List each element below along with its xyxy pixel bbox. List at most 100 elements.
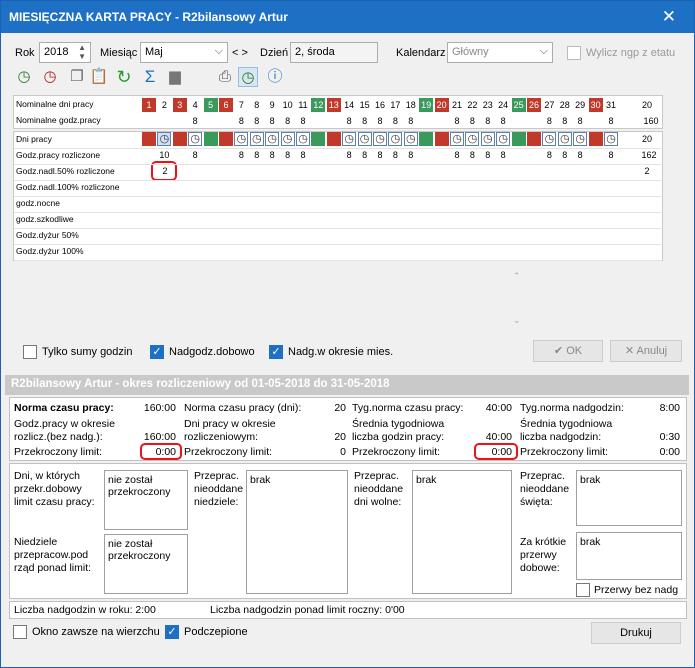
- worked-hours-cell[interactable]: 8: [481, 148, 495, 162]
- remove-clock-icon[interactable]: ◷: [40, 67, 60, 87]
- okno-checkbox[interactable]: [13, 625, 27, 639]
- day-off-cell[interactable]: [588, 132, 603, 146]
- day-cell[interactable]: 6: [219, 98, 233, 112]
- worked-hours-cell[interactable]: [419, 148, 433, 162]
- day-off-cell[interactable]: [219, 132, 233, 146]
- info-icon[interactable]: ⓘ: [265, 67, 285, 87]
- worked-hours-cell[interactable]: 8: [465, 148, 479, 162]
- day-cell[interactable]: 8: [250, 98, 264, 112]
- day-off-cell[interactable]: [527, 132, 541, 146]
- day-cell[interactable]: 24: [496, 98, 510, 112]
- close-icon[interactable]: ✕: [662, 7, 676, 27]
- spin-arrows-icon[interactable]: ▲ ▼: [78, 43, 86, 61]
- day-cell[interactable]: 9: [265, 98, 279, 112]
- worked-hours-cell[interactable]: 8: [296, 148, 310, 162]
- clock-icon[interactable]: ◷: [480, 132, 495, 146]
- worked-hours-cell[interactable]: [204, 148, 218, 162]
- day-cell[interactable]: 31: [604, 98, 618, 112]
- day-cell[interactable]: 15: [358, 98, 372, 112]
- worked-hours-cell[interactable]: 8: [558, 148, 572, 162]
- day-cell[interactable]: 29: [573, 98, 587, 112]
- worked-hours-cell[interactable]: [527, 148, 541, 162]
- worked-hours-cell[interactable]: 8: [250, 148, 264, 162]
- clock-icon[interactable]: ◷: [296, 132, 310, 146]
- worked-hours-cell[interactable]: [311, 148, 325, 162]
- day-cell[interactable]: 3: [172, 98, 187, 112]
- worked-hours-cell[interactable]: [173, 148, 187, 162]
- calendar-icon[interactable]: ▆: [165, 67, 185, 87]
- sum-icon[interactable]: Σ: [140, 67, 160, 87]
- clock-icon[interactable]: ◷: [234, 132, 249, 146]
- worked-hours-cell[interactable]: 8: [342, 148, 356, 162]
- worked-hours-cell[interactable]: 8: [188, 148, 202, 162]
- clock-icon[interactable]: ◷: [465, 132, 480, 146]
- worked-hours-cell[interactable]: [327, 148, 341, 162]
- day-off-cell[interactable]: [326, 132, 341, 146]
- day-cell[interactable]: 18: [404, 98, 418, 112]
- worked-hours-cell[interactable]: 8: [281, 148, 295, 162]
- wylicz-checkbox[interactable]: [567, 46, 581, 60]
- clock-icon[interactable]: ◷: [357, 132, 372, 146]
- worked-hours-cell[interactable]: 8: [496, 148, 510, 162]
- day-off-cell[interactable]: [419, 132, 434, 146]
- day-off-cell[interactable]: [203, 132, 218, 146]
- day-cell[interactable]: 20: [434, 98, 449, 112]
- clock-icon[interactable]: ◷: [280, 132, 295, 146]
- nadgodz-dobowo-checkbox[interactable]: ✓: [150, 345, 164, 359]
- clock-icon[interactable]: ◷: [573, 132, 588, 146]
- clock-icon[interactable]: ◷: [557, 132, 572, 146]
- clock-icon[interactable]: ◷: [388, 132, 403, 146]
- ok-button[interactable]: ✔ OK: [533, 340, 603, 362]
- worked-hours-cell[interactable]: [512, 148, 526, 162]
- check-clock-icon[interactable]: ◷: [238, 67, 258, 87]
- clock-icon[interactable]: ◷: [342, 132, 357, 146]
- day-cell[interactable]: 22: [465, 98, 479, 112]
- day-cell[interactable]: 26: [527, 98, 541, 112]
- day-cell[interactable]: 7: [234, 98, 248, 112]
- day-cell[interactable]: 27: [542, 98, 556, 112]
- day-cell[interactable]: 5: [203, 98, 218, 112]
- worked-hours-cell[interactable]: 10: [157, 148, 171, 162]
- clock-icon[interactable]: ◷: [403, 132, 418, 146]
- clock-icon[interactable]: ◷: [604, 132, 618, 146]
- day-cell[interactable]: 28: [558, 98, 572, 112]
- miesiac-select[interactable]: Maj ⌵: [140, 42, 228, 63]
- scroll-down-icon[interactable]: ⌄: [513, 315, 521, 326]
- clock-icon[interactable]: ◷: [249, 132, 264, 146]
- print-icon[interactable]: ⎙: [215, 67, 235, 87]
- day-off-cell[interactable]: [142, 132, 156, 146]
- worked-hours-cell[interactable]: 8: [373, 148, 387, 162]
- day-cell[interactable]: 30: [588, 98, 603, 112]
- add-clock-icon[interactable]: ◷: [14, 67, 34, 87]
- clock-icon[interactable]: ◷: [373, 132, 387, 146]
- clock-icon[interactable]: ◷: [188, 132, 203, 146]
- anuluj-button[interactable]: ✕ Anuluj: [610, 340, 682, 362]
- day-off-cell[interactable]: [311, 132, 326, 146]
- scroll-up-icon[interactable]: ⌃: [513, 271, 521, 282]
- day-off-cell[interactable]: [172, 132, 187, 146]
- worked-hours-cell[interactable]: 8: [542, 148, 556, 162]
- drukuj-button[interactable]: Drukuj: [591, 622, 681, 644]
- worked-hours-cell[interactable]: [219, 148, 233, 162]
- day-cell[interactable]: 11: [296, 98, 310, 112]
- day-cell[interactable]: 13: [326, 98, 341, 112]
- worked-hours-cell[interactable]: 8: [450, 148, 464, 162]
- clock-icon[interactable]: ◷: [496, 132, 511, 146]
- day-cell[interactable]: 2: [157, 98, 171, 112]
- day-off-cell[interactable]: [511, 132, 526, 146]
- day-off-cell[interactable]: [434, 132, 449, 146]
- day-cell[interactable]: 1: [142, 98, 156, 112]
- worked-hours-cell[interactable]: 8: [388, 148, 402, 162]
- clock-icon[interactable]: ◷: [450, 132, 464, 146]
- worked-hours-cell[interactable]: [142, 148, 156, 162]
- day-cell[interactable]: 4: [188, 98, 202, 112]
- day-cell[interactable]: 10: [281, 98, 295, 112]
- podczepione-checkbox[interactable]: ✓: [165, 625, 179, 639]
- nadg-okres-checkbox[interactable]: ✓: [269, 345, 283, 359]
- copy-icon[interactable]: ❐: [67, 67, 87, 87]
- day-cell[interactable]: 12: [311, 98, 326, 112]
- clock-icon[interactable]: ◷: [265, 132, 280, 146]
- worked-hours-cell[interactable]: 8: [265, 148, 279, 162]
- worked-hours-cell[interactable]: 8: [604, 148, 618, 162]
- worked-hours-cell[interactable]: 8: [358, 148, 372, 162]
